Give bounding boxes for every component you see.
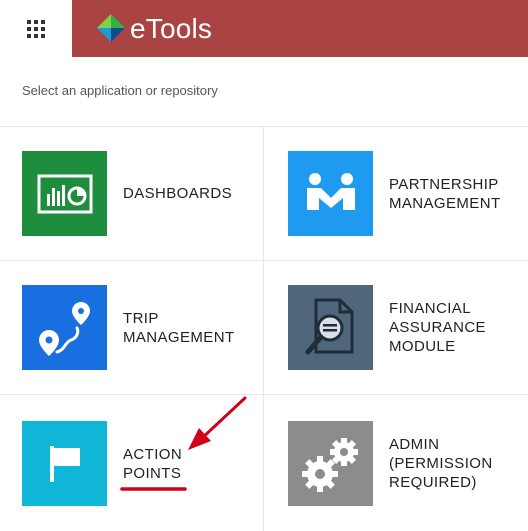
dashboard-icon — [37, 174, 92, 213]
handshake-icon — [306, 172, 355, 210]
tile-trip-management[interactable]: TRIP MANAGEMENT — [0, 261, 264, 395]
tile-label: FINANCIAL ASSURANCE MODULE — [389, 300, 486, 355]
tile-label: DASHBOARDS — [123, 185, 233, 202]
audit-document-icon — [305, 298, 353, 354]
brand-bar: eTools — [72, 0, 528, 57]
tile-label: ADMIN (PERMISSION REQUIRED) — [389, 436, 493, 491]
grid-icon — [27, 19, 45, 38]
top-bar: eTools — [0, 0, 528, 57]
tile-label: ACTION POINTS — [123, 445, 183, 482]
tile-label: TRIP MANAGEMENT — [123, 309, 235, 346]
app-name: eTools — [130, 12, 213, 44]
tile-partnership-management[interactable]: PARTNERSHIP MANAGEMENT — [264, 127, 528, 261]
apps-menu-button[interactable] — [0, 0, 72, 57]
tile-admin[interactable]: ADMIN (PERMISSION REQUIRED) — [264, 395, 528, 531]
tile-icon-box — [22, 421, 107, 506]
flag-icon — [49, 445, 80, 482]
app-tiles-grid: DASHBOARDS PARTNERSHIP MANAGEMENT TRIP M… — [0, 126, 528, 531]
tile-icon-box — [22, 285, 107, 370]
tile-financial-assurance-module[interactable]: FINANCIAL ASSURANCE MODULE — [264, 261, 528, 395]
select-app-prompt: Select an application or repository — [22, 83, 218, 98]
tile-label: PARTNERSHIP MANAGEMENT — [389, 175, 501, 212]
tile-dashboards[interactable]: DASHBOARDS — [0, 127, 264, 261]
tile-icon-box — [288, 421, 373, 506]
tile-icon-box — [288, 151, 373, 236]
tile-icon-box — [22, 151, 107, 236]
etools-logo-icon — [97, 13, 125, 42]
tile-icon-box — [288, 285, 373, 370]
route-icon — [38, 301, 90, 356]
tile-action-points[interactable]: ACTION POINTS — [0, 395, 264, 531]
gears-icon — [301, 437, 358, 492]
